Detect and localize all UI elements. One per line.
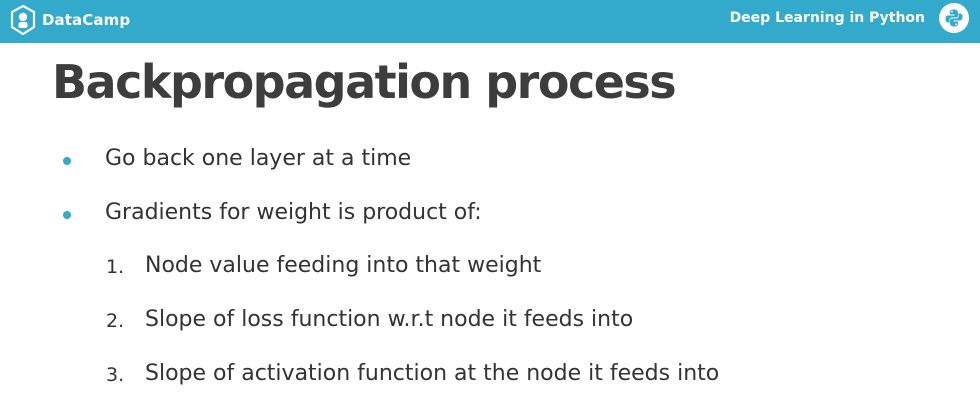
numbered-item: Node value feeding into that weight	[145, 253, 542, 278]
list-number: 2.	[106, 310, 125, 332]
list-number: 1.	[106, 256, 125, 278]
bullet-dot	[63, 157, 71, 165]
bullet-item: Go back one layer at a time	[105, 146, 412, 171]
numbered-item: Slope of activation function at the node…	[145, 361, 720, 386]
bullet-list: Go back one layer at a time Gradients fo…	[0, 0, 980, 403]
bullet-item: Gradients for weight is product of:	[105, 200, 482, 225]
list-number: 3.	[106, 364, 125, 386]
numbered-item: Slope of loss function w.r.t node it fee…	[145, 307, 634, 332]
bullet-dot	[63, 211, 71, 219]
